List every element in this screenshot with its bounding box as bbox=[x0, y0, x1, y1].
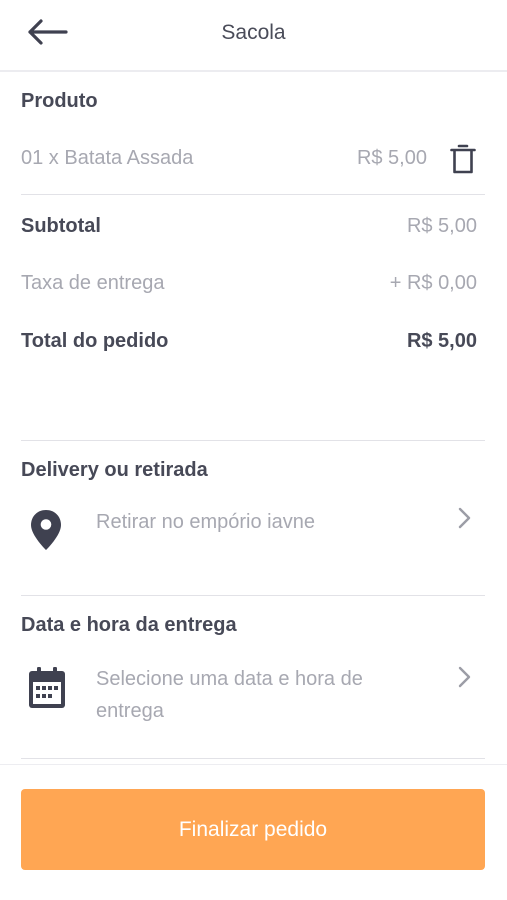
app-header: Sacola bbox=[0, 0, 507, 72]
subtotal-value: R$ 5,00 bbox=[406, 215, 477, 237]
order-total-label: Total do pedido bbox=[21, 330, 169, 352]
divider bbox=[21, 595, 485, 596]
divider bbox=[21, 194, 485, 195]
delivery-heading: Delivery ou retirada bbox=[21, 459, 208, 481]
schedule-value-line1: Selecione uma data e hora de bbox=[96, 668, 363, 690]
delivery-option-value: Retirar no empório iavne bbox=[96, 511, 315, 533]
finalize-order-button[interactable]: Finalizar pedido bbox=[21, 789, 485, 870]
schedule-option-row[interactable] bbox=[21, 655, 485, 735]
page-title: Sacola bbox=[221, 21, 286, 44]
subtotal-label: Subtotal bbox=[21, 215, 101, 237]
schedule-heading: Data e hora da entrega bbox=[21, 614, 237, 636]
delivery-fee-label: Taxa de entrega bbox=[21, 272, 165, 294]
chevron-right-icon[interactable] bbox=[457, 506, 473, 530]
footer-separator bbox=[0, 764, 507, 765]
produto-heading: Produto bbox=[21, 90, 98, 112]
trash-icon[interactable] bbox=[450, 143, 476, 175]
divider bbox=[21, 440, 485, 441]
product-price: R$ 5,00 bbox=[356, 147, 427, 169]
map-pin-icon bbox=[31, 510, 61, 550]
divider bbox=[21, 758, 485, 759]
order-total-value: R$ 5,00 bbox=[406, 330, 477, 352]
calendar-icon bbox=[29, 667, 65, 708]
product-name: 01 x Batata Assada bbox=[21, 147, 194, 169]
schedule-value-line2: entrega bbox=[96, 700, 164, 722]
delivery-fee-value: + R$ 0,00 bbox=[389, 272, 477, 294]
chevron-right-icon[interactable] bbox=[457, 665, 473, 689]
